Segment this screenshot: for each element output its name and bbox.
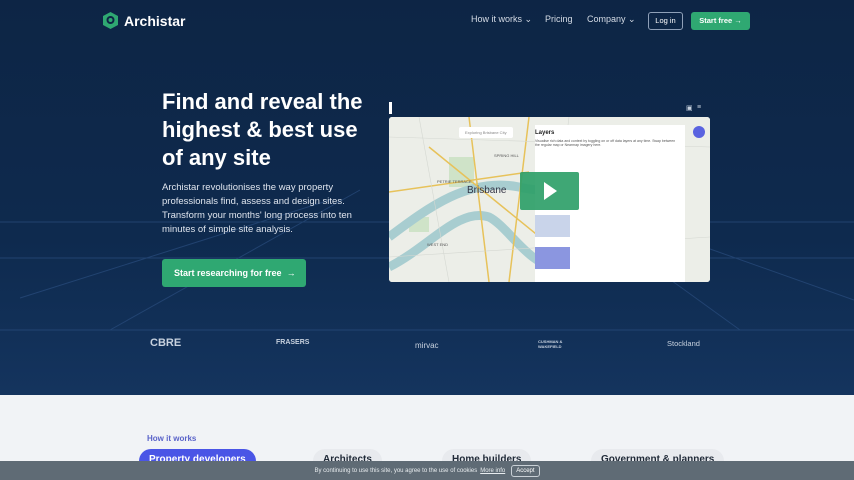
brand-name: Archistar [124,12,186,29]
nav-company[interactable]: Company ⌄ [587,14,636,25]
layers-description: Visualise rich data and context by toggl… [535,139,676,147]
partner-logo-cushman-wakefield: CUSHMAN & WAKEFIELD [538,339,563,349]
arrow-right-icon: → [286,268,296,278]
play-icon [544,182,557,200]
archistar-logo-icon [103,12,118,29]
map-city-label: Brisbane [467,185,507,196]
video-player[interactable]: Exploring Brisbane City Brisbane SPRING … [389,117,710,282]
more-info-link[interactable]: More info [480,468,505,474]
map-place-label: WEST END [427,242,449,247]
menu-icon[interactable]: ≡ [697,104,701,111]
partner-logo-mirvac: mirvac [415,341,439,350]
brand-logo[interactable]: Archistar [103,12,185,29]
layer-thumbnail [535,247,570,269]
video-progress-marker [389,102,392,114]
map-place-label: PETRIE TERRACE [437,179,472,184]
how-it-works-label: How it works [147,434,197,443]
hero-section: Archistar How it works ⌄ Pricing Company… [0,0,854,395]
play-button[interactable] [520,172,579,210]
login-button[interactable]: Log in [648,12,683,30]
chevron-down-icon: ⌄ [524,14,533,24]
partner-logo-frasers: FRASERS [276,339,310,346]
button-label: Start researching for free [174,268,282,278]
hero-description: Archistar revolutionises the way propert… [162,182,352,235]
nav-label: Company [587,14,626,24]
cookie-text: By continuing to use this site, you agre… [314,467,478,474]
nav-pricing[interactable]: Pricing [545,14,573,24]
layers-title: Layers [535,130,555,136]
start-free-button[interactable]: Start free → [691,12,750,30]
top-nav: Archistar How it works ⌄ Pricing Company… [0,0,854,40]
partner-logo-cbre: CBRE [150,337,182,349]
cookie-banner: By continuing to use this site, you agre… [0,461,854,480]
map-search: Exploring Brisbane City [459,127,513,138]
nav-how-it-works[interactable]: How it works ⌄ [471,14,532,25]
button-label: Start free [699,16,733,25]
nav-label: How it works [471,14,523,24]
start-researching-button[interactable]: Start researching for free → [162,259,306,287]
accept-cookies-button[interactable]: Accept [511,464,540,477]
map-place-label: SPRING HILL [494,153,519,158]
layers-button[interactable] [693,126,705,138]
layer-thumbnail [535,215,570,237]
chat-icon[interactable]: ▣ [686,104,693,112]
chevron-down-icon: ⌄ [628,14,636,24]
partner-logo-stockland: Stockland [667,339,700,348]
hero-title: Find and reveal the highest & best use o… [162,89,363,170]
arrow-right-icon: → [734,16,742,25]
